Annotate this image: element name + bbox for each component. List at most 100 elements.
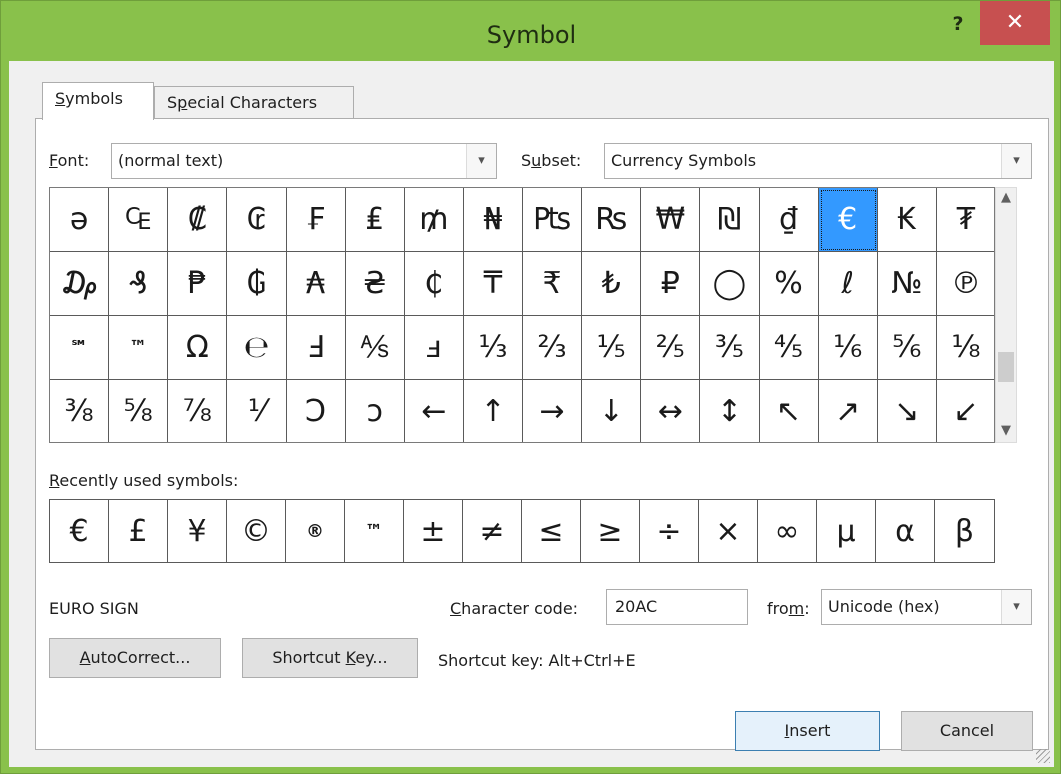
symbol-cell[interactable]: ℓ [818, 252, 878, 316]
symbol-cell[interactable]: ⅗ [700, 316, 760, 380]
scroll-down-icon[interactable]: ▼ [996, 423, 1016, 438]
resize-grip[interactable] [1036, 749, 1050, 763]
symbol-cell[interactable]: ↘ [878, 380, 937, 442]
symbol-cell[interactable]: ₰ [109, 252, 169, 316]
recent-symbol-cell[interactable]: © [227, 500, 286, 562]
symbol-cell[interactable]: ↄ [346, 380, 405, 442]
symbol-cell[interactable]: ↓ [582, 380, 642, 442]
symbol-cell[interactable]: ₱ [168, 252, 228, 316]
symbol-cell[interactable]: ⅖ [641, 316, 701, 380]
insert-button[interactable]: Insert [735, 711, 880, 751]
tab-symbols[interactable]: Symbols [42, 82, 154, 120]
chevron-down-icon: ▾ [1001, 590, 1031, 624]
recent-symbol-cell[interactable]: β [935, 500, 994, 562]
close-button[interactable]: ✕ [980, 1, 1050, 45]
symbol-cell[interactable]: ⅞ [168, 380, 228, 442]
recent-symbol-cell[interactable]: µ [817, 500, 876, 562]
symbol-cell[interactable]: № [877, 252, 937, 316]
recent-symbol-cell[interactable]: × [699, 500, 758, 562]
symbol-cell[interactable]: ⅙ [818, 316, 878, 380]
symbol-cell[interactable]: ₣ [286, 188, 346, 252]
recent-symbol-cell[interactable]: ∞ [758, 500, 817, 562]
symbol-cell[interactable]: ⅝ [109, 380, 169, 442]
symbol-cell[interactable]: ⅕ [582, 316, 642, 380]
symbol-cell[interactable]: ™ [109, 316, 169, 380]
symbol-cell[interactable]: ⅜ [50, 380, 110, 442]
character-code-input[interactable]: 20AC [606, 589, 748, 625]
symbol-cell[interactable]: ₹ [523, 252, 583, 316]
symbol-cell[interactable]: ⅛ [936, 316, 994, 380]
symbol-cell[interactable]: ₤ [345, 188, 405, 252]
symbol-cell[interactable]: ₠ [109, 188, 169, 252]
symbol-cell[interactable]: % [759, 252, 819, 316]
recent-symbol-cell[interactable]: ® [286, 500, 345, 562]
recent-symbol-cell[interactable]: € [50, 500, 109, 562]
cancel-button[interactable]: Cancel [901, 711, 1033, 751]
symbol-cell[interactable]: ↙ [937, 380, 994, 442]
symbol-cell[interactable]: ₩ [641, 188, 701, 252]
symbol-cell[interactable]: ↔ [641, 380, 701, 442]
symbol-cell[interactable]: ⅘ [759, 316, 819, 380]
symbol-cell[interactable]: ← [405, 380, 464, 442]
recent-symbol-cell[interactable]: ÷ [640, 500, 699, 562]
recent-symbol-cell[interactable]: ≠ [463, 500, 522, 562]
symbol-cell[interactable]: ₳ [286, 252, 346, 316]
tab-special-characters[interactable]: Special Characters [154, 86, 354, 120]
from-select[interactable]: Unicode (hex) ▾ [821, 589, 1032, 625]
recent-symbol-cell[interactable]: ± [404, 500, 463, 562]
symbol-cell[interactable]: ₺ [582, 252, 642, 316]
symbol-cell[interactable]: ₲ [227, 252, 287, 316]
help-button[interactable]: ? [945, 13, 971, 41]
autocorrect-button[interactable]: AutoCorrect... [49, 638, 221, 678]
symbol-cell[interactable]: ₨ [582, 188, 642, 252]
symbol-cell[interactable]: ₪ [700, 188, 760, 252]
symbol-cell[interactable]: ⅓ [463, 316, 523, 380]
symbol-cell[interactable]: ₵ [404, 252, 464, 316]
symbol-cell[interactable]: ₴ [345, 252, 405, 316]
symbol-cell[interactable]: Ⅎ [286, 316, 346, 380]
symbol-cell[interactable]: ₯ [50, 252, 110, 316]
symbol-cell[interactable]: ⅍ [345, 316, 405, 380]
symbol-cell[interactable]: ↗ [819, 380, 878, 442]
symbol-cell[interactable]: ⅟ [227, 380, 287, 442]
subset-select[interactable]: Currency Symbols ▾ [604, 143, 1032, 179]
symbol-cell[interactable]: ℗ [936, 252, 994, 316]
symbol-cell[interactable]: Ↄ [287, 380, 346, 442]
symbol-cell[interactable]: ₦ [463, 188, 523, 252]
symbol-cell[interactable]: Ω [168, 316, 228, 380]
symbol-cell[interactable]: ₸ [463, 252, 523, 316]
recent-symbol-cell[interactable]: α [876, 500, 935, 562]
recent-symbol-cell[interactable]: £ [109, 500, 168, 562]
symbol-cell[interactable]: ₮ [936, 188, 994, 252]
symbol-cell[interactable]: ⅔ [523, 316, 583, 380]
symbol-grid-scrollbar[interactable]: ▲ ▼ [995, 187, 1017, 443]
scroll-thumb[interactable] [998, 351, 1014, 382]
recent-symbol-cell[interactable]: ¥ [168, 500, 227, 562]
symbol-cell[interactable]: ₥ [404, 188, 464, 252]
font-select[interactable]: (normal text) ▾ [111, 143, 497, 179]
symbol-cell[interactable]: ℠ [50, 316, 110, 380]
symbol-cell[interactable]: ⅎ [404, 316, 464, 380]
character-code-label: Character code: [450, 599, 579, 618]
scroll-up-icon[interactable]: ▲ [996, 190, 1016, 205]
symbol-cell[interactable]: ℮ [227, 316, 287, 380]
symbol-cell[interactable]: ₽ [641, 252, 701, 316]
recent-symbol-cell[interactable]: ≤ [522, 500, 581, 562]
recent-symbol-cell[interactable]: ™ [345, 500, 404, 562]
symbol-cell[interactable]: € [818, 188, 878, 252]
symbol-cell[interactable]: ↖ [760, 380, 819, 442]
symbol-cell[interactable]: → [523, 380, 583, 442]
symbol-cell[interactable]: ₡ [168, 188, 228, 252]
symbol-cell[interactable]: ↑ [464, 380, 523, 442]
symbol-cell[interactable]: ⅚ [877, 316, 937, 380]
symbol-cell[interactable]: ₢ [227, 188, 287, 252]
recent-symbol-cell[interactable]: ≥ [581, 500, 640, 562]
subset-select-value: Currency Symbols [611, 151, 757, 170]
symbol-cell[interactable]: ə [50, 188, 110, 252]
symbol-cell[interactable]: ↕ [700, 380, 760, 442]
symbol-cell[interactable]: ₧ [523, 188, 583, 252]
symbol-cell[interactable]: ◯ [700, 252, 760, 316]
symbol-cell[interactable]: ₭ [877, 188, 937, 252]
shortcut-key-button[interactable]: Shortcut Key... [242, 638, 418, 678]
symbol-cell[interactable]: ₫ [759, 188, 819, 252]
